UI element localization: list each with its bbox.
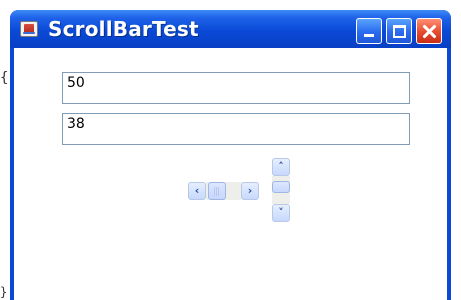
chevron-up-icon: ˄ [278, 160, 284, 173]
minimize-button[interactable] [356, 18, 382, 44]
chevron-left-icon: ‹ [194, 184, 200, 197]
window-title: ScrollBarTest [48, 17, 199, 41]
close-button[interactable] [416, 18, 442, 44]
chevron-right-icon: › [247, 184, 253, 197]
horizontal-value-field[interactable]: 50 [62, 72, 410, 104]
vertical-scroll-thumb[interactable] [272, 181, 290, 193]
vertical-scrollbar[interactable]: ˄ ˅ [272, 158, 290, 222]
client-area: 50 38 ‹ › ˄ ˅ [14, 48, 447, 300]
grip-icon [214, 187, 220, 196]
titlebar[interactable]: ScrollBarTest [10, 10, 451, 48]
scroll-down-button[interactable]: ˅ [272, 204, 290, 222]
vertical-value-field[interactable]: 38 [62, 113, 410, 145]
chevron-down-icon: ˅ [278, 206, 284, 219]
horizontal-scrollbar[interactable]: ‹ › [188, 182, 259, 200]
scroll-up-button[interactable]: ˄ [272, 158, 290, 176]
horizontal-scroll-thumb[interactable] [208, 182, 226, 200]
minimize-icon [364, 34, 374, 37]
maximize-icon [393, 25, 406, 38]
maximize-button[interactable] [386, 18, 412, 44]
scroll-left-button[interactable]: ‹ [188, 182, 206, 200]
java-app-icon[interactable] [20, 21, 38, 37]
desktop-edge: { } [0, 0, 10, 300]
close-icon [417, 19, 441, 43]
desktop-edge-glyph-2: } [0, 285, 8, 299]
desktop-edge-glyph: { [0, 70, 9, 86]
scrollbar-test-window: ScrollBarTest 50 38 ‹ › ˄ ˅ [10, 10, 451, 300]
scroll-right-button[interactable]: › [241, 182, 259, 200]
